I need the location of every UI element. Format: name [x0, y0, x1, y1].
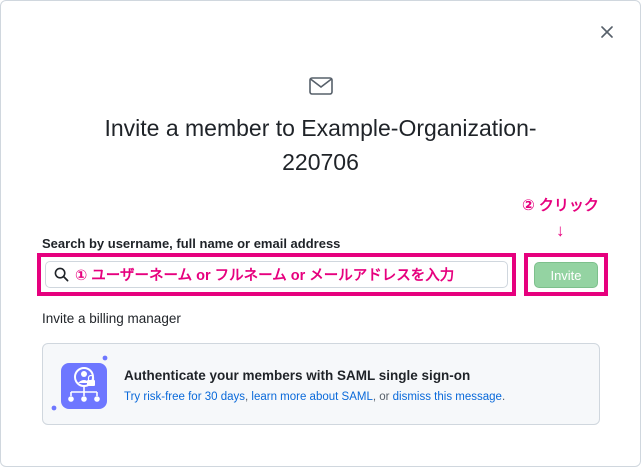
dialog-title-line2: 220706	[282, 149, 359, 175]
saml-heading: Authenticate your members with SAML sing…	[124, 368, 471, 383]
learn-more-saml-link[interactable]: learn more about SAML	[251, 391, 372, 403]
dialog-title-line1: Invite a member to Example-Organization-	[104, 115, 537, 141]
dialog-title: Invite a member to Example-Organization-…	[41, 111, 600, 179]
annotation-highlight-search: ① ユーザーネーム or フルネーム or メールアドレスを入力	[37, 253, 516, 296]
saml-shield-icon	[51, 355, 108, 411]
annotation-click-label: ② クリック	[522, 197, 599, 214]
invite-member-dialog: Invite a member to Example-Organization-…	[0, 0, 641, 467]
saml-description: Try risk-free for 30 days, learn more ab…	[124, 391, 505, 403]
search-icon	[54, 267, 69, 282]
close-icon	[601, 26, 613, 38]
annotation-arrow: ↓	[556, 221, 565, 240]
invite-button[interactable]: Invite	[534, 262, 598, 288]
saml-desc-end: .	[501, 391, 506, 403]
close-button[interactable]	[598, 23, 616, 41]
saml-promo-banner: Authenticate your members with SAML sing…	[42, 343, 600, 425]
search-field-label: Search by username, full name or email a…	[42, 236, 341, 251]
annotation-highlight-invite: Invite	[524, 253, 608, 296]
invite-billing-manager-link[interactable]: Invite a billing manager	[42, 311, 181, 326]
annotation-search-instruction: ① ユーザーネーム or フルネーム or メールアドレスを入力	[75, 268, 455, 284]
try-risk-free-link[interactable]: Try risk-free for 30 days	[124, 391, 245, 403]
saml-desc-sep2: , or	[372, 391, 393, 403]
member-search-input[interactable]: ① ユーザーネーム or フルネーム or メールアドレスを入力	[45, 261, 508, 288]
dismiss-message-link[interactable]: dismiss this message	[393, 391, 502, 403]
mail-icon	[309, 77, 333, 95]
